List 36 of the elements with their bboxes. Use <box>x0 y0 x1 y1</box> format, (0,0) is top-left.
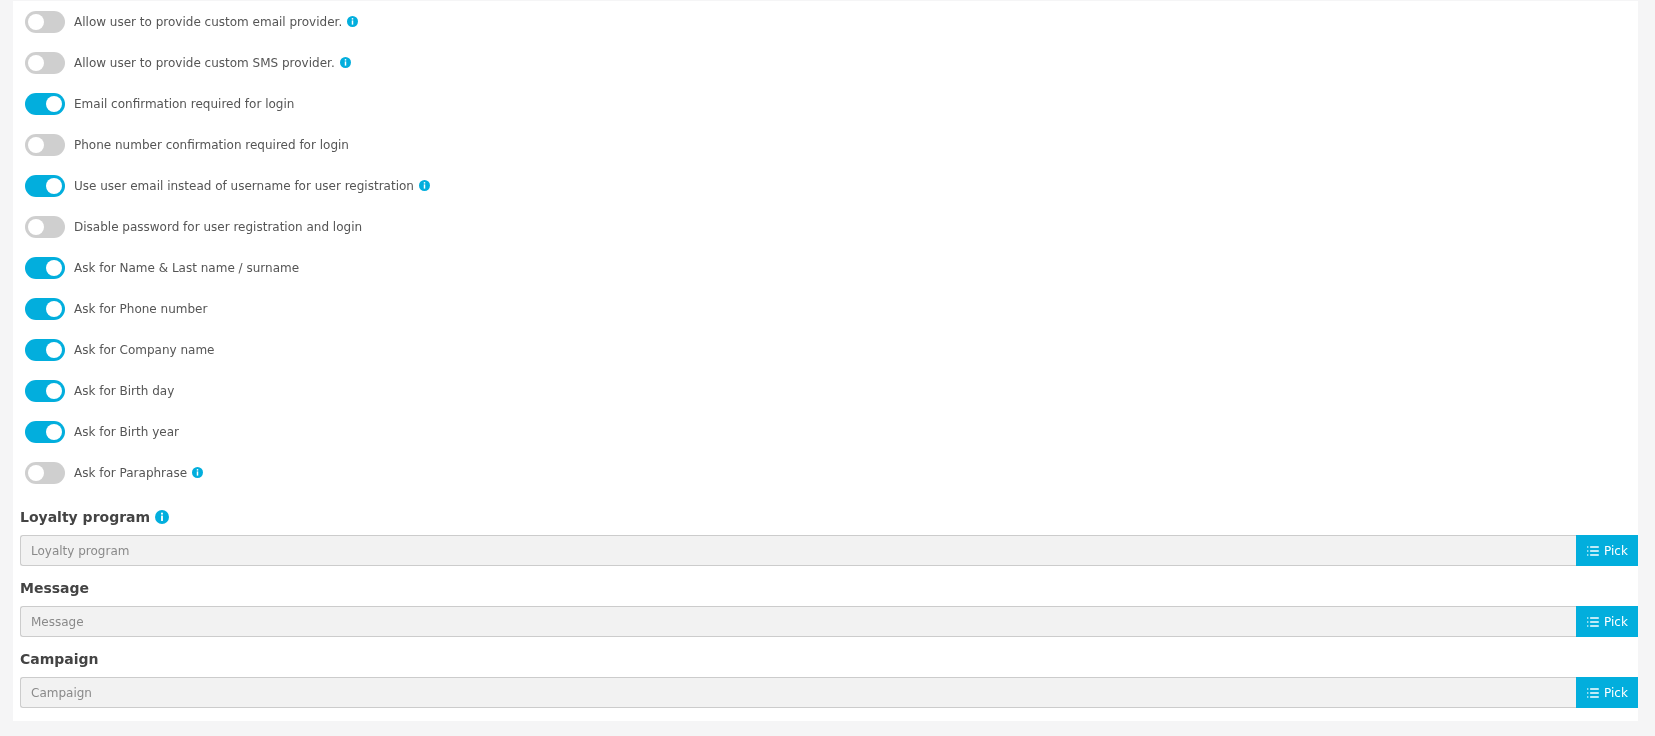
toggle-switch[interactable] <box>25 51 65 74</box>
toggle-switch[interactable] <box>25 174 65 197</box>
toggle-switch[interactable] <box>25 461 65 484</box>
pick-button[interactable]: Pick <box>1576 606 1638 637</box>
list-icon <box>1586 614 1601 629</box>
toggle-label: Ask for Company name <box>74 342 215 357</box>
field-label: Campaign <box>20 651 99 667</box>
toggle-label: Email confirmation required for login <box>74 96 295 111</box>
list-icon <box>1586 685 1601 700</box>
toggle-label: Ask for Phone number <box>74 301 208 316</box>
field-label: Message <box>20 580 90 596</box>
toggle-switch[interactable] <box>25 133 65 156</box>
toggle-switch[interactable] <box>25 256 65 279</box>
toggle-label: Ask for Birth day <box>74 383 175 398</box>
pick-button[interactable]: Pick <box>1576 677 1638 708</box>
list-icon <box>1586 543 1601 558</box>
toggle-switch[interactable] <box>25 338 65 361</box>
toggle-label: Allow user to provide custom email provider. <box>74 14 343 29</box>
toggle-switch[interactable] <box>25 379 65 402</box>
field-label: Loyalty program <box>20 509 151 525</box>
input-field[interactable]: Loyalty program <box>20 535 1576 566</box>
toggle-label: Use user email instead of username for user registration <box>74 178 414 193</box>
toggle-label: Phone number confirmation required for login <box>74 137 349 152</box>
toggle-switch[interactable] <box>25 10 65 33</box>
toggle-switch[interactable] <box>25 420 65 443</box>
toggle-switch[interactable] <box>25 92 65 115</box>
toggle-label: Ask for Birth year <box>74 424 179 439</box>
toggle-switch[interactable] <box>25 297 65 320</box>
toggle-label: Ask for Paraphrase <box>74 465 188 480</box>
toggle-label: Ask for Name & Last name / surname <box>74 260 300 275</box>
input-field[interactable]: Message <box>20 606 1576 637</box>
toggle-switch[interactable] <box>25 215 65 238</box>
toggle-label: Disable password for user registration and login <box>74 219 363 234</box>
toggle-label: Allow user to provide custom SMS provider. <box>74 55 335 70</box>
pick-button[interactable]: Pick <box>1576 535 1638 566</box>
input-field[interactable]: Campaign <box>20 677 1576 708</box>
